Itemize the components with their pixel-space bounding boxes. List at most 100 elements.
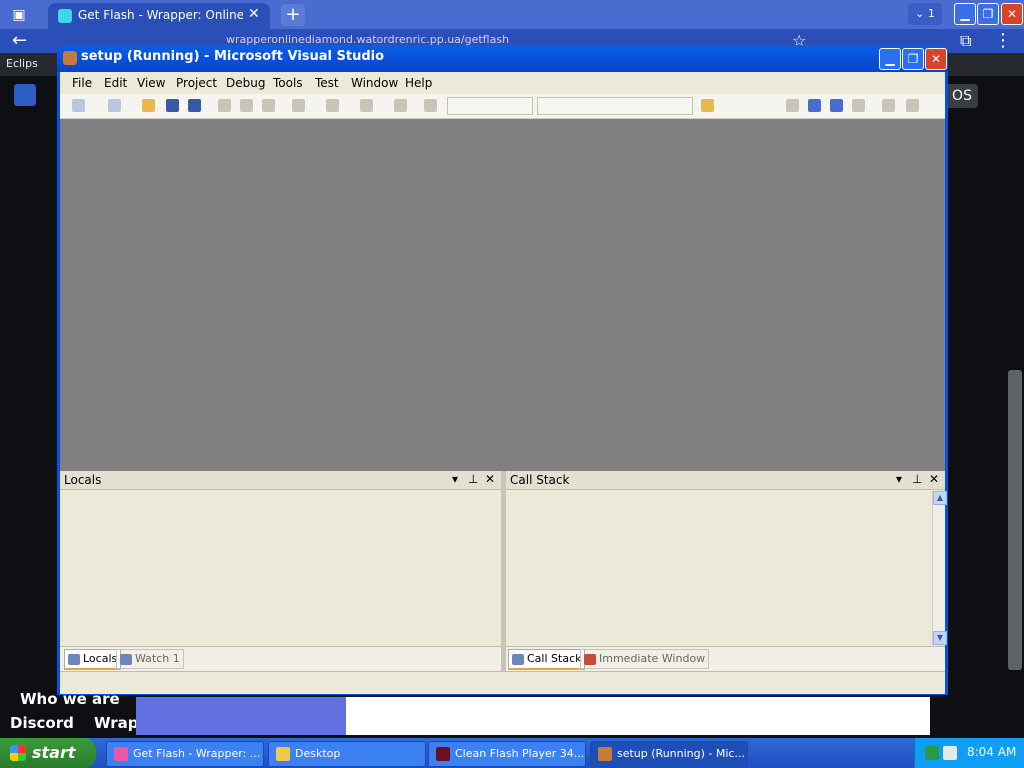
locals-tab-strip: Locals Watch 1 [60,646,501,672]
call-stack-list[interactable] [506,490,945,646]
site-banner [136,697,346,735]
show-next-statement-icon[interactable] [882,99,895,112]
page-scrollbar[interactable] [1008,370,1022,670]
windows-logo-icon [10,745,26,761]
site-nav-button[interactable]: OS [946,84,978,108]
menu-test[interactable]: Test [315,76,339,90]
navigate-backward-icon[interactable] [360,99,373,112]
tab-call-stack[interactable]: Call Stack [508,649,586,670]
vs-maximize-button[interactable]: ❐ [902,48,924,70]
pane-close-icon[interactable]: ✕ [929,472,939,486]
restart-icon[interactable] [852,99,865,112]
flash-icon [436,747,450,761]
browser-close-button[interactable]: ✕ [1001,3,1023,25]
pane-close-icon[interactable]: ✕ [485,472,495,486]
menu-project[interactable]: Project [176,76,217,90]
back-arrow-icon[interactable]: ← [12,29,27,53]
start-debug-icon[interactable] [424,99,437,112]
site-logo-icon[interactable] [14,84,36,106]
find-in-files-icon[interactable] [701,99,714,112]
call-stack-scrollbar[interactable]: ▲ ▼ [932,491,947,645]
tab-list-button[interactable]: ⌄ 1 [908,3,942,25]
open-folder-icon[interactable] [142,99,155,112]
new-project-icon[interactable] [72,99,85,112]
taskbar-item-browser[interactable]: Get Flash - Wrapper: ... [106,741,264,767]
call-stack-pane: Call Stack ▾ ⊥ ✕ ▲ ▼ Call Stack Immediat… [506,471,947,672]
menu-edit[interactable]: Edit [104,76,127,90]
vs-minimize-button[interactable]: ▁ [879,48,901,70]
call-stack-icon [512,653,524,665]
taskbar-item-visual-studio[interactable]: setup (Running) - Mic... [590,741,748,767]
tab-locals[interactable]: Locals [64,649,122,670]
menu-window[interactable]: Window [351,76,398,90]
save-icon[interactable] [166,99,179,112]
new-tab-button[interactable]: + [281,4,305,26]
locals-pane: Locals ▾ ⊥ ✕ Locals Watch 1 [60,471,501,672]
step-into-icon[interactable] [906,99,919,112]
stop-debugging-icon[interactable] [830,99,843,112]
scroll-down-arrow-icon[interactable]: ▼ [933,631,947,645]
site-favicon-icon [58,9,72,23]
tab-close-icon[interactable]: ✕ [248,6,260,22]
pin-icon[interactable]: ⊥ [912,472,922,486]
navigate-forward-icon[interactable] [394,99,407,112]
taskbar-item-label: setup (Running) - Mic... [617,747,745,760]
call-stack-pane-header[interactable]: Call Stack ▾ ⊥ ✕ [506,471,945,490]
paste-icon[interactable] [262,99,275,112]
vs-status-bar [60,671,945,694]
tab-title: Get Flash - Wrapper: Online Diamo [78,8,243,22]
add-item-icon[interactable] [108,99,121,112]
locals-list[interactable] [60,490,501,646]
system-tray: 8:04 AM [914,738,1024,768]
tab-call-stack-label: Call Stack [527,652,582,665]
copy-icon[interactable] [240,99,253,112]
start-button[interactable]: start [0,738,96,768]
tab-watch-1[interactable]: Watch 1 [116,649,184,669]
taskbar-item-flash-player[interactable]: Clean Flash Player 34.... [428,741,586,767]
menu-file[interactable]: File [72,76,92,90]
bookmark-item[interactable]: Eclips [6,57,38,70]
extensions-icon[interactable]: ⧉ [960,31,971,51]
folder-icon [276,747,290,761]
solution-platform-dropdown[interactable] [537,97,693,115]
locals-pane-header[interactable]: Locals ▾ ⊥ ✕ [60,471,501,490]
tab-count: 1 [927,7,935,20]
scroll-up-arrow-icon[interactable]: ▲ [933,491,947,505]
vs-close-button[interactable]: ✕ [925,48,947,70]
call-stack-pane-title: Call Stack [510,473,570,487]
pin-icon[interactable]: ⊥ [468,472,478,486]
pane-dropdown-icon[interactable]: ▾ [896,472,902,486]
menu-help[interactable]: Help [405,76,432,90]
footer-wrapper[interactable]: Wrap [94,714,139,732]
browser-tab[interactable]: Get Flash - Wrapper: Online Diamo ✕ [48,3,270,29]
browser-menu-icon[interactable]: ⋮ [994,29,1012,53]
menu-tools[interactable]: Tools [273,76,303,90]
tab-search-icon[interactable]: ▣ [6,5,32,25]
vs-title-bar[interactable]: setup (Running) - Microsoft Visual Studi… [57,45,948,72]
break-all-icon[interactable] [808,99,821,112]
network-icon[interactable] [925,746,939,760]
immediate-window-icon [584,653,596,665]
start-label: start [32,743,76,762]
taskbar-item-desktop[interactable]: Desktop [268,741,426,767]
vs-window-title: setup (Running) - Microsoft Visual Studi… [81,49,385,64]
browser-maximize-button[interactable]: ❐ [977,3,999,25]
clock[interactable]: 8:04 AM [967,745,1016,759]
solution-config-dropdown[interactable] [447,97,533,115]
vs-standard-toolbar [60,94,945,119]
menu-view[interactable]: View [137,76,165,90]
save-all-icon[interactable] [188,99,201,112]
visual-studio-window: setup (Running) - Microsoft Visual Studi… [57,45,948,695]
tab-locals-label: Locals [83,652,118,665]
volume-icon[interactable] [943,746,957,760]
tab-immediate-window[interactable]: Immediate Window [580,649,710,669]
document-area [60,119,945,471]
continue-icon[interactable] [786,99,799,112]
pane-dropdown-icon[interactable]: ▾ [452,472,458,486]
cut-icon[interactable] [218,99,231,112]
menu-debug[interactable]: Debug [226,76,265,90]
redo-icon[interactable] [326,99,339,112]
undo-icon[interactable] [292,99,305,112]
footer-discord[interactable]: Discord [10,714,74,732]
browser-minimize-button[interactable]: ▁ [954,3,976,25]
